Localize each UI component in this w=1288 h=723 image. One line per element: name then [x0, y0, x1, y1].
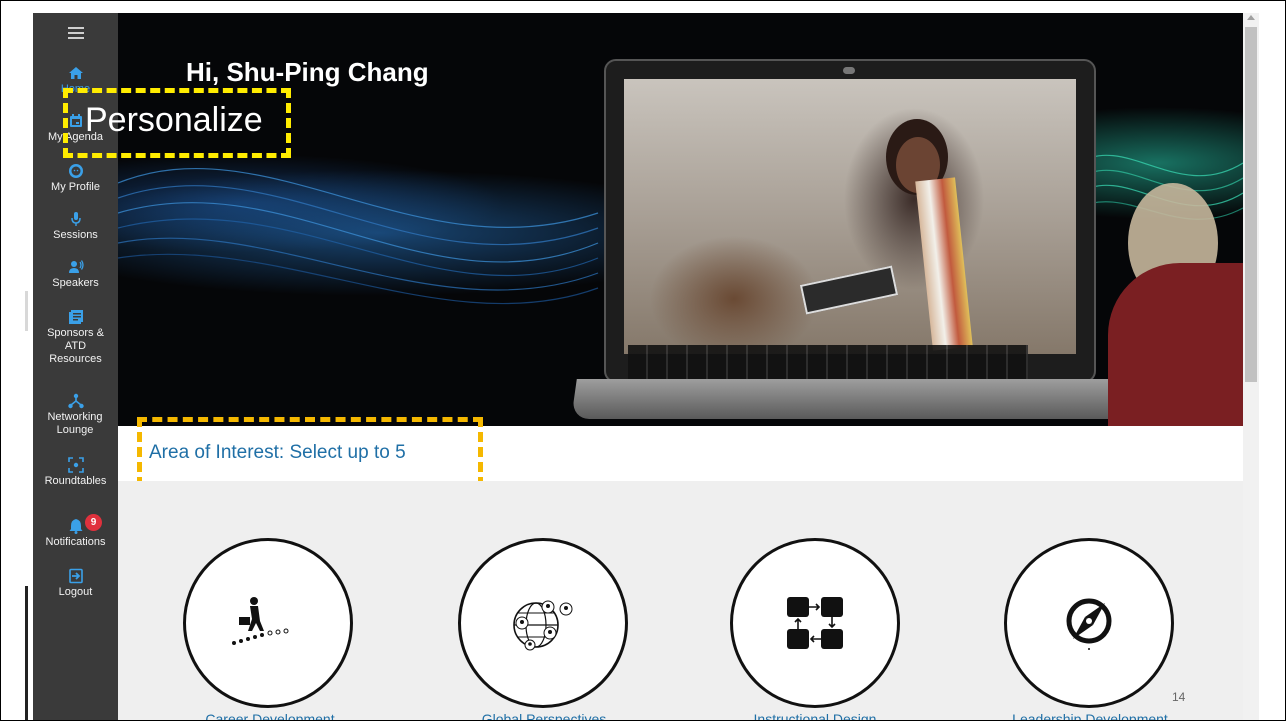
- interest-card-career-development[interactable]: [183, 538, 353, 708]
- laptop-image: [604, 59, 1096, 383]
- sidebar-item-label: Roundtables: [44, 475, 107, 487]
- home-icon: [68, 67, 83, 79]
- interest-card-global-perspectives[interactable]: [458, 538, 628, 708]
- sidebar-item-sponsors[interactable]: Sponsors & ATD Resources: [33, 309, 118, 366]
- interest-card-label[interactable]: Career Development: [170, 711, 370, 720]
- hero-banner: Hi, Shu-Ping Chang: [118, 13, 1243, 426]
- foreground-arm: [1108, 263, 1243, 426]
- sidebar-item-label: Speakers: [52, 277, 99, 289]
- scrollbar-thumb[interactable]: [1245, 27, 1257, 382]
- network-icon: [67, 393, 84, 409]
- sidebar-item-label: Networking Lounge: [47, 411, 103, 436]
- laptop-keyboard: [628, 345, 1028, 379]
- sidebar-item-label: Sponsors & ATD Resources: [47, 327, 104, 365]
- interest-card-label[interactable]: Global Perspectives: [444, 711, 644, 720]
- document-icon: [68, 310, 83, 324]
- interest-card-label[interactable]: Instructional Design: [715, 711, 915, 720]
- laptop-screen-photo: [624, 79, 1076, 354]
- sidebar-item-notifications[interactable]: 9 Notifications: [33, 514, 118, 549]
- sidebar-item-networking-lounge[interactable]: Networking Lounge: [33, 393, 118, 437]
- sidebar-item-label: My Profile: [51, 181, 100, 193]
- window-edge-dark: [25, 586, 28, 720]
- vertical-scrollbar[interactable]: [1243, 13, 1259, 720]
- interest-card-label[interactable]: Leadership Development: [990, 711, 1190, 720]
- career-stairs-icon: [232, 597, 289, 645]
- compass-icon: [1066, 598, 1112, 650]
- logout-icon: [68, 568, 83, 584]
- sidebar-item-label: Logout: [58, 586, 93, 598]
- page-number: 14: [1172, 690, 1186, 704]
- sidebar-item-logout[interactable]: Logout: [33, 568, 118, 599]
- presenter-scarf: [915, 177, 973, 351]
- laptop-base: [571, 379, 1137, 419]
- tablet-device: [799, 265, 899, 315]
- interest-title: Area of Interest: Select up to 5: [149, 442, 406, 463]
- sidebar-item-speakers[interactable]: Speakers: [33, 259, 118, 290]
- bell-icon: [69, 519, 82, 534]
- sidebar-item-my-profile[interactable]: My Profile: [33, 163, 118, 194]
- hamburger-icon[interactable]: [68, 27, 84, 41]
- screenshot-frame: Home My Agenda My Profile Sessions Speak…: [0, 0, 1286, 721]
- interest-card-instructional-design[interactable]: [730, 538, 900, 708]
- window-edge: [25, 291, 28, 331]
- sidebar-item-label: Notifications: [45, 536, 106, 548]
- microphone-icon: [70, 212, 81, 226]
- notification-badge: 9: [85, 514, 102, 531]
- laptop-camera: [843, 67, 855, 74]
- scroll-up-arrow-icon[interactable]: [1247, 15, 1255, 20]
- profile-icon: [68, 164, 83, 178]
- roundtable-icon: [67, 457, 84, 473]
- speaker-icon: [68, 260, 84, 273]
- sidebar-item-label: Sessions: [53, 229, 98, 241]
- globe-people-icon: [513, 600, 573, 651]
- flow-blocks-icon: [787, 597, 843, 649]
- sidebar-item-roundtables[interactable]: Roundtables: [33, 457, 118, 488]
- greeting-text: Hi, Shu-Ping Chang: [186, 57, 429, 87]
- sidebar-item-sessions[interactable]: Sessions: [33, 211, 118, 242]
- interest-card-leadership-development[interactable]: [1004, 538, 1174, 708]
- personalize-button[interactable]: Personalize: [85, 101, 263, 140]
